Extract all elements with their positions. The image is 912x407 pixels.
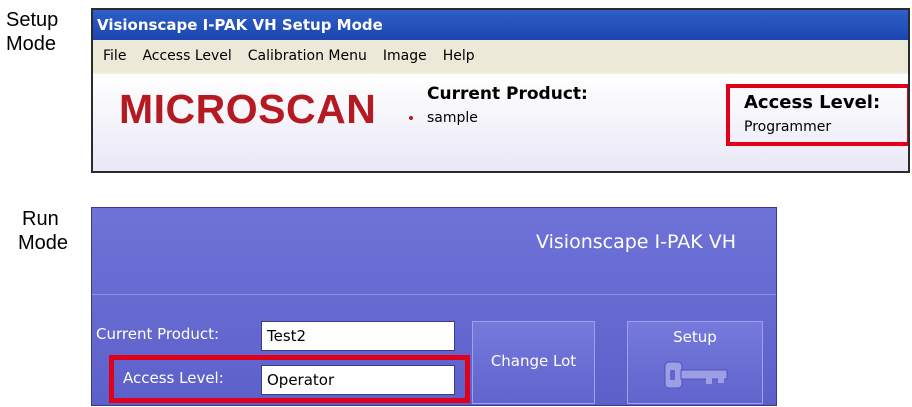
menu-file[interactable]: File [95, 48, 134, 64]
access-level-highlight: Access Level: Programmer [726, 84, 908, 146]
access-level-highlight-run [109, 355, 470, 403]
run-current-product-label: Current Product: [96, 325, 220, 343]
current-product-value: sample [427, 110, 478, 126]
run-mode-caption: Run Mode [18, 207, 69, 255]
key-icon [664, 360, 730, 394]
change-lot-button[interactable]: Change Lot [472, 321, 595, 404]
run-caption-line-2: Mode [18, 232, 69, 254]
access-level-label: Access Level: [744, 92, 881, 113]
run-mode-panel: Visionscape I-PAK VH Current Product: Te… [91, 207, 777, 406]
run-panel-divider [92, 294, 776, 295]
header-panel: MICROSCAN Current Product: sample Access… [93, 74, 908, 171]
setup-caption-line-1: Setup [6, 9, 59, 31]
setup-button[interactable]: Setup [627, 321, 763, 404]
window-title-bar[interactable]: Visionscape I-PAK VH Setup Mode [93, 10, 908, 40]
setup-mode-caption: Setup Mode [6, 8, 58, 56]
setup-label: Setup [673, 328, 717, 346]
logo-registered-mark [409, 116, 413, 120]
run-panel-title: Visionscape I-PAK VH [536, 231, 736, 253]
setup-mode-window: Visionscape I-PAK VH Setup Mode File Acc… [91, 8, 910, 173]
menu-bar: File Access Level Calibration Menu Image… [93, 40, 908, 72]
menu-calibration[interactable]: Calibration Menu [240, 48, 375, 64]
run-caption-line-1: Run [22, 208, 59, 230]
menu-help[interactable]: Help [435, 48, 483, 64]
change-lot-label: Change Lot [490, 352, 577, 370]
setup-caption-line-2: Mode [6, 33, 57, 55]
microscan-logo: MICROSCAN [119, 86, 377, 132]
access-level-value: Programmer [744, 119, 832, 135]
menu-access-level[interactable]: Access Level [134, 48, 239, 64]
menu-image[interactable]: Image [375, 48, 435, 64]
run-current-product-field[interactable]: Test2 [261, 321, 455, 351]
current-product-label: Current Product: [427, 84, 588, 104]
